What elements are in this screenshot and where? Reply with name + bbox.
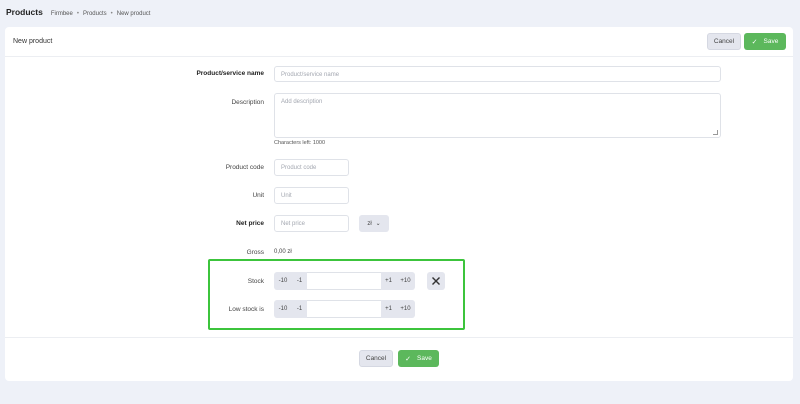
footer-cancel-label: Cancel xyxy=(365,355,387,362)
product-code-input[interactable]: Product code xyxy=(274,159,349,176)
card-title: New product xyxy=(13,38,53,45)
gross-label: Gross xyxy=(246,249,264,256)
breadcrumb: Firmbee • Products • New product xyxy=(51,11,151,17)
footer-save-label: Save xyxy=(417,355,432,362)
page-title: Products xyxy=(6,7,43,17)
footer-divider xyxy=(5,337,793,338)
header-cancel-button[interactable]: Cancel xyxy=(707,33,741,50)
card-header: New product Cancel ✓ Save xyxy=(5,27,793,57)
header-save-label: Save xyxy=(763,38,779,45)
footer-save-button[interactable]: ✓ Save xyxy=(398,350,439,367)
resize-handle-icon[interactable] xyxy=(713,130,718,135)
breadcrumb-item-products[interactable]: Products xyxy=(83,11,107,17)
breadcrumb-item-new-product: New product xyxy=(116,11,151,17)
product-name-placeholder: Product/service name xyxy=(281,72,340,78)
currency-value: zł xyxy=(367,220,372,227)
top-bar: Products Firmbee • Products • New produc… xyxy=(6,7,150,19)
product-name-input[interactable]: Product/service name xyxy=(274,66,721,82)
unit-input[interactable]: Unit xyxy=(274,187,349,204)
product-code-label: Product code xyxy=(225,164,264,171)
net-price-input[interactable]: Net price xyxy=(274,215,349,232)
description-placeholder: Add description xyxy=(281,99,323,105)
check-icon: ✓ xyxy=(751,38,758,46)
currency-select[interactable]: zł ⌄ xyxy=(359,215,389,232)
breadcrumb-separator: • xyxy=(76,11,79,17)
header-cancel-label: Cancel xyxy=(713,38,735,45)
chevron-down-icon: ⌄ xyxy=(375,221,381,227)
header-save-button[interactable]: ✓ Save xyxy=(744,33,786,50)
product-name-label: Product/service name xyxy=(196,70,264,77)
breadcrumb-item-firmbee[interactable]: Firmbee xyxy=(51,11,73,17)
description-textarea[interactable]: Add description xyxy=(274,93,721,138)
breadcrumb-separator: • xyxy=(110,11,113,17)
gross-value: 0,00 zł xyxy=(274,249,292,255)
unit-placeholder: Unit xyxy=(281,193,292,199)
net-price-label: Net price xyxy=(236,220,264,227)
unit-label: Unit xyxy=(252,192,264,199)
check-icon: ✓ xyxy=(405,355,412,363)
stock-highlight-box xyxy=(208,259,465,330)
net-price-placeholder: Net price xyxy=(281,221,306,227)
characters-left-hint: Characters left: 1000 xyxy=(274,140,326,146)
footer-cancel-button[interactable]: Cancel xyxy=(359,350,393,367)
product-code-placeholder: Product code xyxy=(281,165,317,171)
description-label: Description xyxy=(231,99,264,106)
